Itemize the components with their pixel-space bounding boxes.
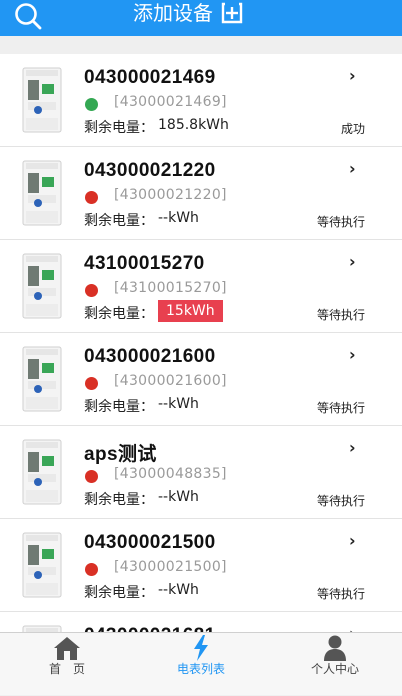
header-title-group[interactable]: 添加设备 <box>133 0 243 26</box>
meter-thumbnail-icon <box>22 160 62 226</box>
device-row[interactable]: 043000021600 [43000021600] 剩余电量： --kWh ›… <box>0 333 402 426</box>
tab-meter-list-label: 电表列表 <box>176 662 225 676</box>
energy-value: 185.8kWh <box>158 117 229 133</box>
status-text: 等待执行 <box>316 215 365 229</box>
chevron-right-icon[interactable]: › <box>349 345 356 364</box>
energy-value: --kWh <box>158 396 199 412</box>
bottom-tab-bar: 首 页 电表列表 个人中心 <box>0 632 402 695</box>
device-code: [43000021500] <box>114 559 227 575</box>
chevron-right-icon[interactable]: › <box>349 252 356 271</box>
status-dot <box>85 191 98 204</box>
device-list[interactable]: 043000021469 [43000021469] 剩余电量： 185.8kW… <box>0 54 402 632</box>
page-title: 添加设备 <box>133 1 213 25</box>
meter-thumbnail-icon <box>22 439 62 505</box>
device-name: 043000021681 <box>84 625 216 632</box>
header-spacer <box>0 36 402 54</box>
tab-home[interactable]: 首 页 <box>0 633 134 696</box>
status-dot <box>85 98 98 111</box>
energy-value: --kWh <box>158 210 199 226</box>
meter-thumbnail-icon <box>22 253 62 319</box>
chevron-right-icon[interactable]: › <box>349 531 356 550</box>
energy-label: 剩余电量： <box>84 585 154 601</box>
tab-profile-label: 个人中心 <box>310 662 359 676</box>
energy-label: 剩余电量： <box>84 120 154 136</box>
energy-label: 剩余电量： <box>84 306 154 322</box>
lightning-icon <box>194 635 208 661</box>
add-square-icon[interactable] <box>221 2 243 24</box>
home-icon <box>54 637 80 660</box>
status-text: 等待执行 <box>316 401 365 415</box>
device-name: 043000021469 <box>84 67 216 88</box>
device-row[interactable]: aps测试 [43000048835] 剩余电量： --kWh › 等待执行 <box>0 426 402 519</box>
tab-home-label: 首 页 <box>48 662 85 676</box>
energy-value: 15kWh <box>158 300 223 322</box>
device-name: 043000021220 <box>84 160 216 181</box>
energy-value: --kWh <box>158 489 199 505</box>
energy-value: --kWh <box>158 582 199 598</box>
device-row[interactable]: 043000021500 [43000021500] 剩余电量： --kWh ›… <box>0 519 402 612</box>
energy-label: 剩余电量： <box>84 213 154 229</box>
energy-label: 剩余电量： <box>84 492 154 508</box>
status-dot <box>85 470 98 483</box>
device-name: 043000021600 <box>84 346 216 367</box>
status-dot <box>85 377 98 390</box>
status-text: 成功 <box>340 122 365 136</box>
meter-thumbnail-icon <box>22 346 62 412</box>
chevron-right-icon[interactable]: › <box>349 438 356 457</box>
status-dot <box>85 284 98 297</box>
device-code: [43000021469] <box>114 94 227 110</box>
chevron-right-icon[interactable]: › <box>349 66 356 85</box>
device-row[interactable]: 043000021220 [43000021220] 剩余电量： --kWh ›… <box>0 147 402 240</box>
device-name: 43100015270 <box>84 253 205 274</box>
meter-thumbnail-icon <box>22 532 62 598</box>
chevron-right-icon[interactable]: › <box>349 159 356 178</box>
tab-meter-list[interactable]: 电表列表 <box>134 633 268 696</box>
energy-label: 剩余电量： <box>84 399 154 415</box>
device-row[interactable]: 043000021469 [43000021469] 剩余电量： 185.8kW… <box>0 54 402 147</box>
status-text: 等待执行 <box>316 494 365 508</box>
chevron-right-icon[interactable]: › <box>349 624 356 632</box>
header-bar: 添加设备 <box>0 0 402 36</box>
device-code: [43000048835] <box>114 466 227 482</box>
status-text: 等待执行 <box>316 308 365 322</box>
device-code: [43000021600] <box>114 373 227 389</box>
device-name: 043000021500 <box>84 532 216 553</box>
meter-thumbnail-icon <box>22 625 62 632</box>
status-dot <box>85 563 98 576</box>
meter-thumbnail-icon <box>22 67 62 133</box>
device-row[interactable]: 043000021681 › <box>0 612 402 632</box>
device-code: [43000021220] <box>114 187 227 203</box>
device-code: [43100015270] <box>114 280 227 296</box>
tab-profile[interactable]: 个人中心 <box>268 633 402 696</box>
device-name: aps测试 <box>84 444 157 465</box>
search-icon[interactable] <box>13 2 43 32</box>
person-icon <box>324 635 346 661</box>
device-row[interactable]: 43100015270 [43100015270] 剩余电量： 15kWh › … <box>0 240 402 333</box>
status-text: 等待执行 <box>316 587 365 601</box>
